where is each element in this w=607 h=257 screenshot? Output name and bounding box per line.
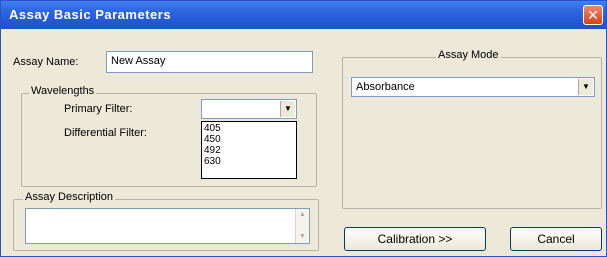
- title-bar[interactable]: Assay Basic Parameters ✕: [1, 1, 606, 29]
- description-scrollbar[interactable]: ▲ ▼: [295, 209, 309, 243]
- filter-option-450[interactable]: 450: [204, 134, 294, 145]
- close-button[interactable]: ✕: [583, 5, 603, 25]
- assay-description-legend: Assay Description: [23, 191, 116, 203]
- cancel-button[interactable]: Cancel: [510, 227, 602, 251]
- primary-filter-label: Primary Filter:: [64, 103, 133, 115]
- calibration-button[interactable]: Calibration >>: [344, 227, 486, 251]
- assay-mode-value: Absorbance: [356, 81, 415, 93]
- assay-mode-select[interactable]: Absorbance ▼: [351, 77, 595, 97]
- filter-option-405[interactable]: 405: [204, 123, 294, 134]
- close-icon: ✕: [587, 7, 599, 23]
- window-title: Assay Basic Parameters: [9, 7, 172, 22]
- differential-filter-label: Differential Filter:: [64, 127, 147, 139]
- assay-mode-legend: Assay Mode: [436, 49, 501, 61]
- assay-name-input[interactable]: New Assay: [106, 51, 313, 73]
- assay-basic-parameters-dialog: Assay Basic Parameters ✕ Assay Name: New…: [0, 0, 607, 257]
- filter-option-492[interactable]: 492: [204, 145, 294, 156]
- primary-filter-select[interactable]: ▼: [201, 99, 297, 119]
- chevron-down-icon[interactable]: ▼: [280, 101, 295, 117]
- filter-option-630[interactable]: 630: [204, 156, 294, 167]
- assay-description-input[interactable]: ▲ ▼: [25, 208, 310, 244]
- assay-name-value: New Assay: [111, 55, 166, 67]
- wavelengths-legend: Wavelengths: [29, 85, 97, 97]
- assay-name-label: Assay Name:: [13, 56, 79, 68]
- chevron-down-icon[interactable]: ▼: [578, 79, 593, 95]
- scroll-up-icon[interactable]: ▲: [296, 210, 309, 220]
- filter-options-list[interactable]: 405 450 492 630: [201, 121, 297, 179]
- scroll-down-icon[interactable]: ▼: [296, 232, 309, 242]
